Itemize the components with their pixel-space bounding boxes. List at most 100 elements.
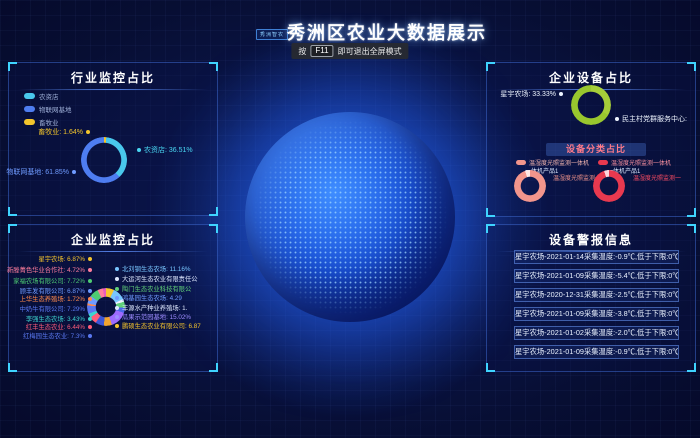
legend-label: 物联网基地	[39, 104, 72, 114]
divider	[18, 251, 208, 252]
category-right-donut-chart[interactable]	[593, 170, 625, 202]
chart-label: 民主村党群服务中心:	[615, 114, 687, 124]
label-text: 丰源水产种业养殖场: 1.	[122, 303, 187, 312]
chart-label: 新塍菁色华业合作社: 4.72%	[7, 265, 92, 274]
legend-swatch	[24, 106, 35, 112]
chart-label: 家福农场有限公司: 7.72%	[13, 276, 92, 285]
fullscreen-tip: 按 F11 即可退出全屏模式	[291, 43, 408, 59]
globe	[245, 112, 455, 322]
chart-label: 上华生态养殖场: 1.72%	[20, 294, 92, 303]
label-dot	[86, 130, 90, 134]
panel-device-title: 企业设备占比	[487, 69, 695, 86]
device-donut-chart[interactable]	[571, 85, 611, 125]
device-category-header: 设备分类占比	[546, 143, 646, 156]
label-dot	[115, 287, 119, 291]
label-dot	[615, 117, 619, 121]
chart-label: 鹏硕生态农业有限公司: 6.87	[115, 321, 201, 330]
legend-label: 畜牧业	[39, 117, 59, 127]
label-dot	[137, 148, 141, 152]
divider	[18, 89, 208, 90]
category-left-donut-chart[interactable]	[514, 170, 546, 202]
globe-dot-map	[253, 120, 447, 314]
label-text: 中奶牛有限公司: 7.29%	[20, 304, 85, 313]
chart-label: 物联网基地: 61.85%	[6, 167, 76, 177]
label-dot	[88, 279, 92, 283]
industry-legend: 农资店 物联网基地 畜牧业	[24, 91, 72, 127]
industry-donut-chart[interactable]	[81, 137, 127, 183]
label-dot	[88, 307, 92, 311]
legend-label: 农资店	[39, 91, 59, 101]
panel-enterprise-device-ratio: 企业设备占比 星宇农场: 33.33% 民主村党群服务中心: 设备分类占比 温湿…	[486, 62, 696, 217]
panel-industry-ratio: 行业监控占比 农资店 物联网基地 畜牧业	[8, 62, 218, 216]
label-text: 大运河生态农业有限责任公	[122, 274, 198, 283]
label-text: 物联网基地: 61.85%	[6, 167, 69, 177]
chart-label: 星宇农场: 6.87%	[38, 254, 92, 263]
category-right-side-label: 温湿度光照监测一	[633, 173, 681, 182]
label-text: 鹏硕生态农业有限公司: 6.87	[122, 321, 201, 330]
label-text: 畜牧业: 1.64%	[38, 127, 83, 137]
label-dot	[88, 268, 92, 272]
alarm-row: 星宇农场-2021-01-09采集温度:-0.9℃,低于下限:0℃	[514, 345, 679, 359]
alarm-row: 星宇农场-2021-01-09采集温度:-3.8℃,低于下限:0℃	[514, 307, 679, 321]
panel-alarm-body: 设备警报信息 星宇农场-2021-01-14采集温度:-0.9℃,低于下限:0℃…	[487, 225, 695, 371]
panel-industry-body: 行业监控占比 农资店 物联网基地 畜牧业	[9, 63, 217, 215]
f11-keycap: F11	[310, 45, 333, 57]
label-dot	[88, 325, 92, 329]
chart-label: 北刘钢生态农场: 11.16%	[115, 264, 190, 273]
legend-item[interactable]: 物联网基地	[24, 104, 72, 114]
label-dot	[115, 296, 119, 300]
panel-monitor-title: 企业监控占比	[9, 231, 217, 248]
alarm-row-list: 星宇农场-2021-01-14采集温度:-0.9℃,低于下限:0℃ 星宇农场-20…	[514, 250, 679, 359]
label-text: 新塍菁色华业合作社: 4.72%	[7, 265, 85, 274]
chart-label: 红丰生态农业: 6.44%	[26, 322, 92, 331]
alarm-row: 星宇农场-2021-01-14采集温度:-0.9℃,低于下限:0℃	[514, 250, 679, 264]
label-text: 北刘钢生态农场: 11.16%	[122, 264, 190, 273]
panel-industry-title: 行业监控占比	[9, 69, 217, 86]
chart-label: 瓜果示范园基地: 15.02%	[115, 312, 191, 321]
chart-label: 红梅园生态农业: 7.3%	[23, 331, 92, 340]
legend-item[interactable]: 农资店	[24, 91, 72, 101]
label-text: 家福农场有限公司: 7.72%	[13, 276, 85, 285]
panel-enterprise-monitor-ratio: 企业监控占比 星宇农场: 6.87% 新塍菁色华业合作社: 4.72% 家福农场…	[8, 224, 218, 372]
panel-alarm-title: 设备警报信息	[487, 231, 695, 248]
label-text: 民主村党群服务中心:	[622, 114, 687, 124]
chart-label: 大运河生态农业有限责任公	[115, 274, 198, 283]
page-title: 秀洲区农业大数据展示	[287, 19, 487, 45]
label-dot	[88, 289, 92, 293]
fullscreen-tip-prefix: 按	[298, 46, 306, 57]
panel-device-body: 企业设备占比 星宇农场: 33.33% 民主村党群服务中心: 设备分类占比 温湿…	[487, 63, 695, 216]
label-text: 红梅园生态农业: 7.3%	[23, 331, 85, 340]
label-dot	[115, 315, 119, 319]
label-dot	[72, 170, 76, 174]
panel-monitor-body: 企业监控占比 星宇农场: 6.87% 新塍菁色华业合作社: 4.72% 家福农场…	[9, 225, 217, 371]
alarm-row: 星宇农场-2021-01-09采集温度:-5.4℃,低于下限:0℃	[514, 269, 679, 283]
label-text: 红丰生态农业: 6.44%	[26, 322, 85, 331]
panel-device-alarm-info: 设备警报信息 星宇农场-2021-01-14采集温度:-0.9℃,低于下限:0℃…	[486, 224, 696, 372]
label-dot	[559, 92, 563, 96]
legend-swatch	[598, 160, 608, 165]
label-text: 瓜果示范园基地: 15.02%	[122, 312, 191, 321]
fullscreen-tip-suffix: 即可退出全屏模式	[338, 46, 402, 57]
label-dot	[88, 334, 92, 338]
alarm-row: 星宇农场-2021-01-02采集温度:-2.0℃,低于下限:0℃	[514, 326, 679, 340]
chart-label: 陶门生态农业科技有限公	[115, 284, 191, 293]
chart-label: 畜牧业: 1.64%	[38, 127, 90, 137]
legend-swatch	[24, 119, 35, 125]
dashboard: 秀洲智农 秀洲区农业大数据展示 按 F11 即可退出全屏模式 行业监控占比 农资…	[0, 0, 700, 438]
label-dot	[115, 324, 119, 328]
legend-swatch	[24, 93, 35, 99]
logo-badge: 秀洲智农	[256, 29, 288, 40]
label-text: 农资店: 36.51%	[144, 145, 193, 155]
chart-label: 农资店: 36.51%	[137, 145, 193, 155]
chart-label: 星宇农场: 33.33%	[500, 89, 563, 99]
label-text: 星宇农场: 6.87%	[38, 254, 85, 263]
label-text: 陶门生态农业科技有限公	[122, 284, 191, 293]
label-text: 星宇农场: 33.33%	[500, 89, 556, 99]
chart-label: 鸿基园生态农场: 4.29	[115, 293, 182, 302]
label-dot	[88, 297, 92, 301]
legend-item[interactable]: 畜牧业	[24, 117, 72, 127]
label-dot	[115, 277, 119, 281]
legend-swatch	[516, 160, 526, 165]
label-dot	[88, 257, 92, 261]
alarm-row: 星宇农场-2020-12-31采集温度:-2.5℃,低于下限:0℃	[514, 288, 679, 302]
